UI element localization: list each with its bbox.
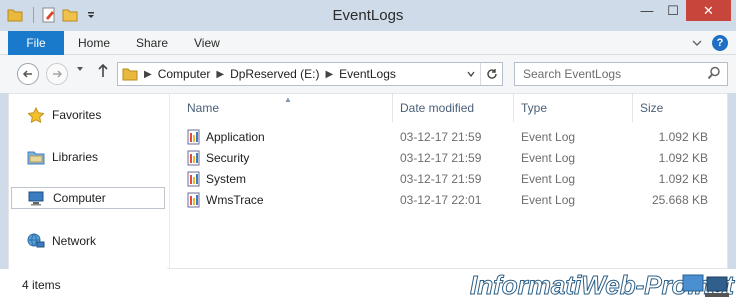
new-folder-icon[interactable]: [61, 6, 79, 24]
nav-item-computer[interactable]: Computer: [11, 187, 165, 209]
breadcrumb-separator[interactable]: ▶: [325, 69, 333, 80]
nav-item-network[interactable]: Network: [11, 230, 165, 252]
search-placeholder: Search EventLogs: [523, 67, 622, 81]
column-header-type[interactable]: Type: [521, 94, 547, 122]
nav-item-label: Favorites: [52, 108, 102, 122]
event-log-file-icon: [187, 171, 201, 187]
column-header-size[interactable]: Size: [640, 94, 663, 122]
refresh-icon[interactable]: [480, 63, 502, 85]
back-button[interactable]: [17, 63, 39, 85]
nav-item-label: Network: [52, 234, 97, 248]
chevron-down-icon[interactable]: [692, 36, 702, 50]
file-type: Event Log: [521, 150, 576, 165]
watermark-logo-icon: [681, 273, 731, 301]
file-name: System: [206, 171, 247, 186]
minimize-button[interactable]: —: [634, 0, 660, 21]
file-name-cell: Security: [187, 147, 249, 168]
nav-item-libraries[interactable]: Libraries: [11, 146, 165, 168]
help-icon[interactable]: ?: [712, 35, 728, 51]
tab-view[interactable]: View: [194, 31, 220, 55]
event-log-file-icon: [187, 192, 201, 208]
folder-icon: [122, 67, 138, 81]
file-size: 1.092 KB: [658, 150, 708, 165]
window-title: EventLogs: [332, 7, 404, 24]
column-divider[interactable]: [632, 94, 633, 122]
properties-icon[interactable]: [40, 6, 58, 24]
navigation-bar: ▶ Computer ▶ DpReserved (E:) ▶ EventLogs…: [0, 55, 736, 93]
column-divider[interactable]: [513, 94, 514, 122]
quick-access-toolbar: [6, 6, 103, 24]
nav-item-label: Libraries: [52, 150, 99, 164]
ribbon-controls: ?: [692, 35, 728, 51]
navigation-pane: Favorites Libraries Computer Network: [9, 94, 167, 270]
customize-qat-icon[interactable]: [82, 6, 100, 24]
item-count: 4 items: [22, 278, 61, 292]
close-button[interactable]: ✕: [686, 0, 731, 21]
folder-icon[interactable]: [6, 6, 24, 24]
file-type: Event Log: [521, 192, 576, 207]
column-divider[interactable]: [392, 94, 393, 122]
event-log-file-icon: [187, 129, 201, 145]
table-row[interactable]: Security 03-12-17 21:59 Event Log 1.092 …: [170, 147, 729, 168]
file-date-modified: 03-12-17 21:59: [400, 150, 482, 165]
column-header-name[interactable]: Name: [187, 94, 219, 122]
forward-arrow-icon: [53, 70, 63, 78]
computer-icon: [28, 190, 46, 206]
breadcrumb-computer[interactable]: Computer: [158, 67, 211, 81]
ribbon-tabs: File Home Share View ?: [0, 31, 736, 55]
tab-home[interactable]: Home: [78, 31, 110, 55]
address-dropdown-icon[interactable]: [462, 63, 480, 85]
file-name: WmsTrace: [206, 192, 264, 207]
file-name: Security: [206, 150, 250, 165]
file-size: 1.092 KB: [658, 129, 708, 144]
file-list: ▲ Name Date modified Type Size Applicati…: [170, 94, 729, 270]
table-row[interactable]: System 03-12-17 21:59 Event Log 1.092 KB: [170, 168, 729, 189]
file-name: Application: [206, 129, 265, 144]
explorer-window: EventLogs — ☐ ✕ File Home Share View ? ▶…: [0, 0, 736, 304]
tab-share[interactable]: Share: [136, 31, 168, 55]
address-bar[interactable]: ▶ Computer ▶ DpReserved (E:) ▶ EventLogs: [117, 62, 503, 86]
file-name-cell: Application: [187, 126, 265, 147]
breadcrumb-drive[interactable]: DpReserved (E:): [230, 67, 319, 81]
up-one-level-button[interactable]: [97, 63, 109, 83]
forward-button[interactable]: [46, 63, 68, 85]
content-area: Favorites Libraries Computer Network ▲ N…: [8, 93, 729, 270]
file-size: 25.668 KB: [651, 192, 708, 207]
table-row[interactable]: Application 03-12-17 21:59 Event Log 1.0…: [170, 126, 729, 147]
sort-ascending-icon: ▲: [284, 95, 292, 104]
file-size: 1.092 KB: [658, 171, 708, 186]
event-log-file-icon: [187, 150, 201, 166]
search-icon[interactable]: [707, 66, 721, 83]
file-date-modified: 03-12-17 22:01: [400, 192, 482, 207]
table-row[interactable]: WmsTrace 03-12-17 22:01 Event Log 25.668…: [170, 189, 729, 210]
file-type: Event Log: [521, 129, 576, 144]
up-arrow-icon: [98, 63, 108, 77]
file-name-cell: WmsTrace: [187, 189, 264, 210]
tab-file[interactable]: File: [8, 31, 64, 55]
nav-item-favorites[interactable]: Favorites: [11, 104, 165, 126]
breadcrumb-eventlogs[interactable]: EventLogs: [339, 67, 396, 81]
libraries-icon: [27, 149, 45, 165]
nav-item-label: Computer: [53, 191, 106, 205]
breadcrumb-separator[interactable]: ▶: [144, 69, 152, 80]
star-icon: [27, 106, 45, 124]
maximize-button[interactable]: ☐: [660, 0, 686, 21]
network-icon: [27, 233, 45, 249]
back-arrow-icon: [22, 70, 32, 78]
title-bar: EventLogs — ☐ ✕: [0, 0, 736, 31]
file-type: Event Log: [521, 171, 576, 186]
file-date-modified: 03-12-17 21:59: [400, 129, 482, 144]
breadcrumb-separator[interactable]: ▶: [216, 69, 224, 80]
column-header-date-modified[interactable]: Date modified: [400, 94, 474, 122]
search-input[interactable]: Search EventLogs: [514, 62, 728, 86]
file-date-modified: 03-12-17 21:59: [400, 171, 482, 186]
recent-locations-icon[interactable]: [76, 65, 84, 76]
file-name-cell: System: [187, 168, 246, 189]
qat-divider: [33, 7, 34, 23]
